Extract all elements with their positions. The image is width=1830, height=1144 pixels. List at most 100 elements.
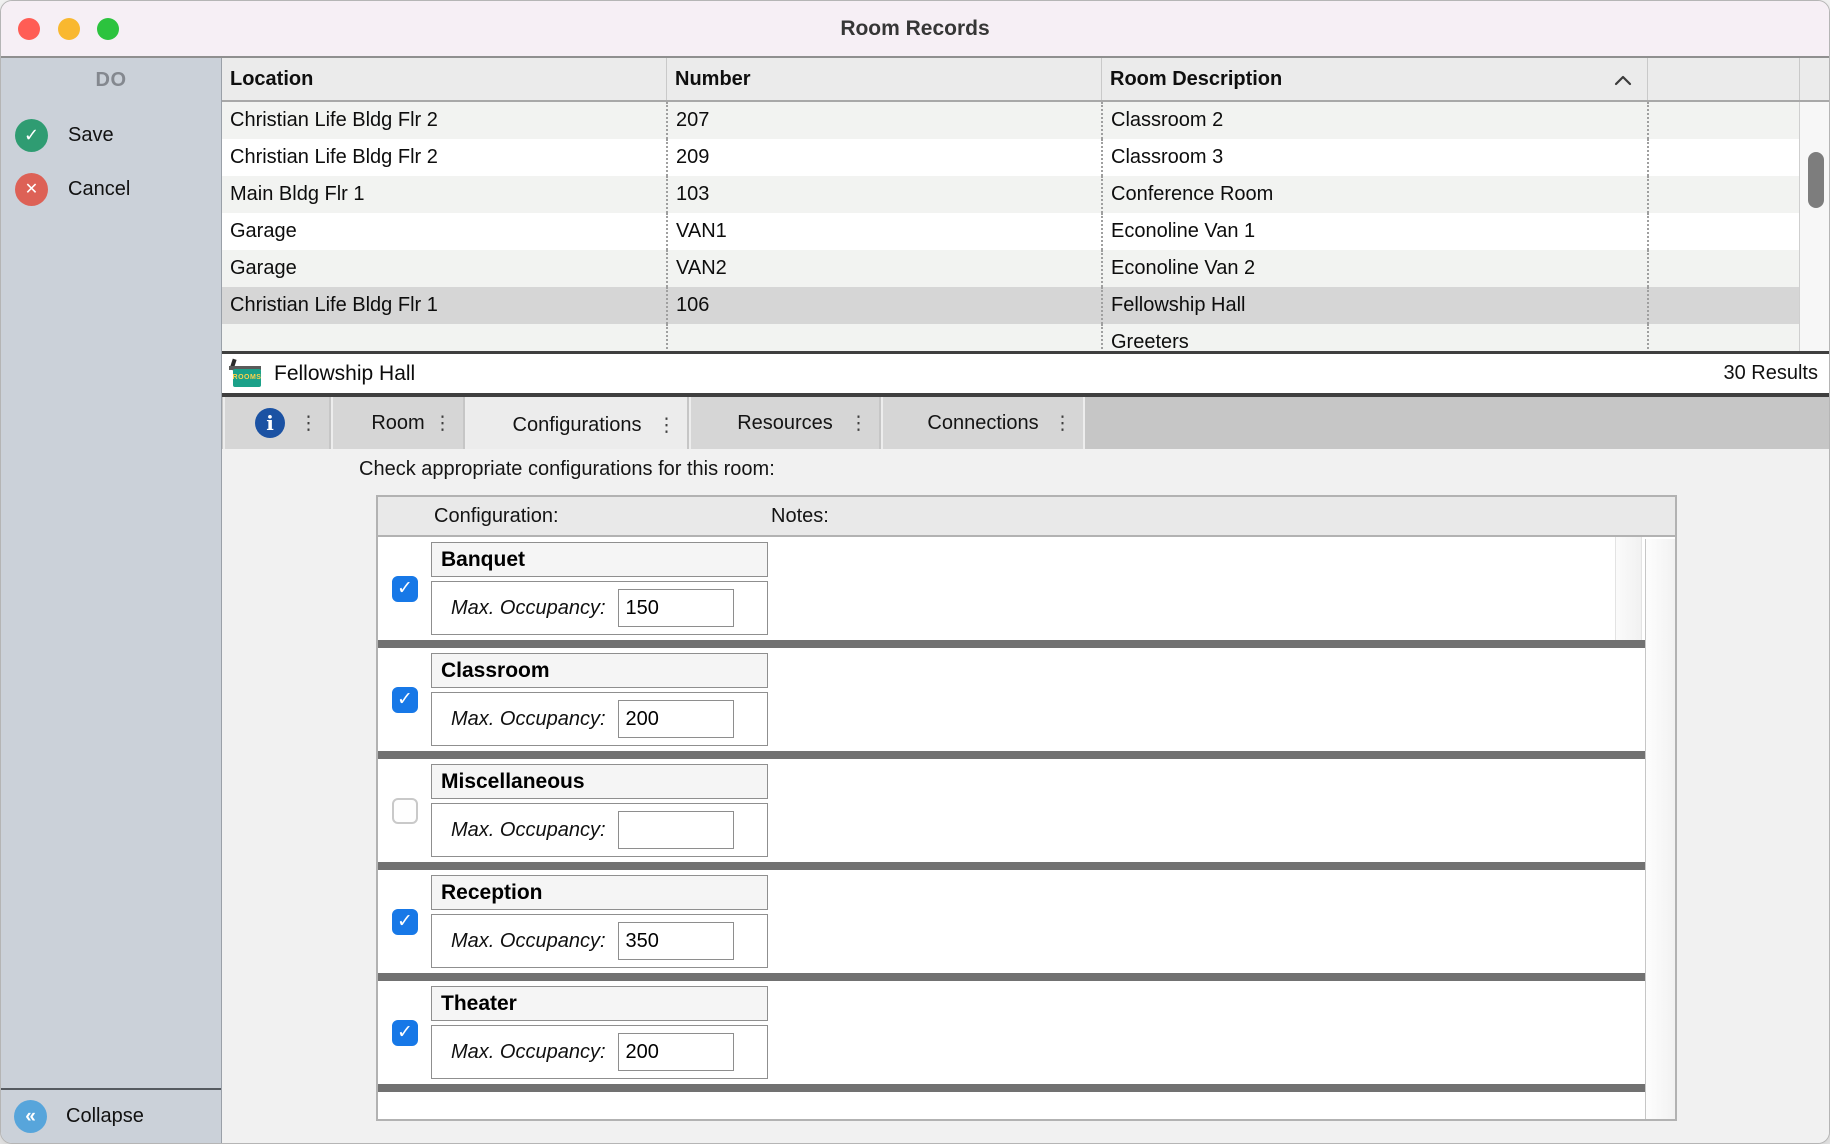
cell-empty[interactable] xyxy=(1647,287,1799,324)
row-separator xyxy=(378,862,1645,870)
row-separator xyxy=(378,1084,1645,1092)
tab-info[interactable]: i ⋮ xyxy=(223,397,329,449)
max-occupancy-input[interactable] xyxy=(618,700,734,738)
cell-location[interactable]: Garage xyxy=(222,250,666,287)
sidebar-header: DO xyxy=(1,69,221,92)
cell-empty[interactable] xyxy=(1647,213,1799,250)
cell-number[interactable]: VAN1 xyxy=(666,213,1101,250)
occupancy-label: Max. Occupancy: xyxy=(451,1041,606,1064)
save-button[interactable]: ✓ Save xyxy=(15,118,114,152)
instruction-text: Check appropriate configurations for thi… xyxy=(359,458,775,481)
results-count: 30 Results xyxy=(1724,362,1819,385)
table-scrollbar-track[interactable] xyxy=(1799,102,1830,351)
cell-description[interactable]: Classroom 2 xyxy=(1101,102,1647,139)
config-checkbox[interactable]: ✓ xyxy=(392,576,418,602)
row-separator xyxy=(378,751,1645,759)
results-rows: Christian Life Bldg Flr 2 207 Classroom … xyxy=(222,102,1830,351)
config-name: Reception xyxy=(431,875,768,910)
empty-config-row xyxy=(378,1092,1645,1121)
cell-description[interactable]: Econoline Van 2 xyxy=(1101,250,1647,287)
tab-connections[interactable]: Connections ⋮ xyxy=(881,397,1085,449)
config-name: Banquet xyxy=(431,542,768,577)
config-checkbox[interactable]: ✓ xyxy=(392,909,418,935)
table-row[interactable]: Garage VAN2 Econoline Van 2 xyxy=(222,250,1830,287)
config-checkbox[interactable]: ✓ xyxy=(392,687,418,713)
cell-number[interactable] xyxy=(666,324,1101,351)
column-header-empty xyxy=(1647,58,1799,100)
cell-location[interactable]: Christian Life Bldg Flr 1 xyxy=(222,287,666,324)
tab-menu-dots-icon[interactable]: ⋮ xyxy=(849,412,868,434)
cell-location[interactable] xyxy=(222,324,666,351)
cell-location[interactable]: Christian Life Bldg Flr 2 xyxy=(222,139,666,176)
cell-empty[interactable] xyxy=(1647,176,1799,213)
config-checkbox[interactable]: ✓ xyxy=(392,798,418,824)
column-header-scroll-corner xyxy=(1799,58,1830,100)
cell-number[interactable]: 209 xyxy=(666,139,1101,176)
sort-ascending-icon xyxy=(1613,74,1633,86)
cell-location[interactable]: Christian Life Bldg Flr 2 xyxy=(222,102,666,139)
collapse-label: Collapse xyxy=(66,1105,144,1128)
table-scrollbar-thumb[interactable] xyxy=(1808,152,1824,208)
selected-record-title: Fellowship Hall xyxy=(274,362,415,386)
tab-menu-dots-icon[interactable]: ⋮ xyxy=(657,414,676,436)
config-table-header: Configuration: Notes: xyxy=(378,497,1675,537)
cancel-x-icon: ✕ xyxy=(15,173,48,206)
max-occupancy-input[interactable] xyxy=(618,811,734,849)
column-header-location[interactable]: Location xyxy=(222,58,666,100)
column-header-room-description[interactable]: Room Description xyxy=(1101,58,1647,100)
tab-bar: i ⋮ Room ⋮ Configurations ⋮ Resources ⋮ … xyxy=(222,393,1830,449)
occupancy-label: Max. Occupancy: xyxy=(451,930,606,953)
tab-resources[interactable]: Resources ⋮ xyxy=(689,397,879,449)
cell-number[interactable]: 106 xyxy=(666,287,1101,324)
tab-menu-dots-icon[interactable]: ⋮ xyxy=(1053,412,1072,434)
save-check-icon: ✓ xyxy=(15,119,48,152)
config-row-miscellaneous: ✓ Miscellaneous Max. Occupancy: xyxy=(378,759,1645,862)
app-window: Room Records DO ✓ Save ✕ Cancel « Collap… xyxy=(0,0,1830,1144)
cell-empty[interactable] xyxy=(1647,324,1799,351)
table-row[interactable]: Christian Life Bldg Flr 2 209 Classroom … xyxy=(222,139,1830,176)
cell-number[interactable]: VAN2 xyxy=(666,250,1101,287)
cell-number[interactable]: 207 xyxy=(666,102,1101,139)
tab-menu-dots-icon[interactable]: ⋮ xyxy=(433,412,452,434)
cell-empty[interactable] xyxy=(1647,250,1799,287)
row-separator xyxy=(378,973,1645,981)
tab-room[interactable]: Room ⋮ xyxy=(331,397,463,449)
table-row[interactable]: Christian Life Bldg Flr 2 207 Classroom … xyxy=(222,102,1830,139)
config-row-reception: ✓ Reception Max. Occupancy: xyxy=(378,870,1645,973)
table-row-selected[interactable]: Christian Life Bldg Flr 1 106 Fellowship… xyxy=(222,287,1830,324)
config-row-theater: ✓ Theater Max. Occupancy: xyxy=(378,981,1645,1084)
notes-scrollbar-track[interactable] xyxy=(1615,537,1642,640)
max-occupancy-input[interactable] xyxy=(618,589,734,627)
table-row[interactable]: Greeters xyxy=(222,324,1830,351)
config-scrollbar-track[interactable] xyxy=(1645,539,1675,1119)
save-label: Save xyxy=(68,124,114,147)
config-checkbox[interactable]: ✓ xyxy=(392,1020,418,1046)
cell-empty[interactable] xyxy=(1647,139,1799,176)
results-header-row: Location Number Room Description xyxy=(222,58,1830,102)
cell-empty[interactable] xyxy=(1647,102,1799,139)
cell-description[interactable]: Econoline Van 1 xyxy=(1101,213,1647,250)
config-name: Classroom xyxy=(431,653,768,688)
notes-column-header: Notes: xyxy=(771,505,829,528)
column-header-number[interactable]: Number xyxy=(666,58,1101,100)
cell-description[interactable]: Classroom 3 xyxy=(1101,139,1647,176)
collapse-button[interactable]: « Collapse xyxy=(1,1088,221,1143)
max-occupancy-input[interactable] xyxy=(618,1033,734,1071)
table-row[interactable]: Garage VAN1 Econoline Van 1 xyxy=(222,213,1830,250)
tab-configurations-active[interactable]: Configurations ⋮ xyxy=(465,397,687,453)
cell-description[interactable]: Fellowship Hall xyxy=(1101,287,1647,324)
cell-location[interactable]: Main Bldg Flr 1 xyxy=(222,176,666,213)
table-row[interactable]: Main Bldg Flr 1 103 Conference Room xyxy=(222,176,1830,213)
config-row-banquet: ✓ Banquet Max. Occupancy: xyxy=(378,537,1645,640)
configurations-panel: Check appropriate configurations for thi… xyxy=(222,449,1830,1143)
cell-description[interactable]: Conference Room xyxy=(1101,176,1647,213)
tab-menu-dots-icon[interactable]: ⋮ xyxy=(299,412,318,434)
cell-location[interactable]: Garage xyxy=(222,213,666,250)
occupancy-label: Max. Occupancy: xyxy=(451,819,606,842)
max-occupancy-input[interactable] xyxy=(618,922,734,960)
cancel-button[interactable]: ✕ Cancel xyxy=(15,172,130,206)
cell-description[interactable]: Greeters xyxy=(1101,324,1647,351)
collapse-chevrons-icon: « xyxy=(14,1100,47,1133)
cell-number[interactable]: 103 xyxy=(666,176,1101,213)
window-title: Room Records xyxy=(1,1,1829,56)
